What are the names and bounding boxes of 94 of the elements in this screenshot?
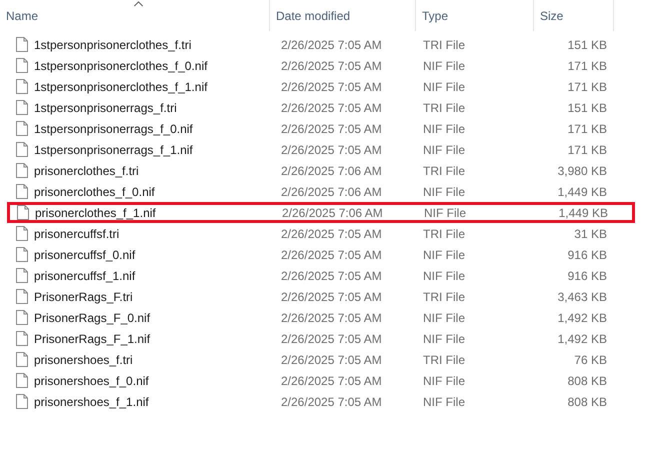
file-icon [16, 121, 28, 136]
file-type: NIF File [422, 268, 466, 282]
date-modified: 2/26/2025 7:05 AM [280, 38, 383, 52]
file-name[interactable]: 1stpersonprisonerrags_f_1.nif [34, 142, 193, 156]
file-type: TRI File [422, 100, 466, 114]
file-type: NIF File [423, 206, 467, 220]
file-icon [16, 163, 28, 178]
file-type: NIF File [422, 248, 466, 262]
file-size: 171 KB [566, 122, 607, 136]
file-icon [16, 37, 28, 52]
date-modified: 2/26/2025 7:06 AM [281, 206, 384, 220]
file-size: 916 KB [566, 248, 607, 262]
file-name[interactable]: PrisonerRags_F_1.nif [34, 332, 150, 346]
column-header[interactable]: Size [534, 0, 614, 31]
file-name[interactable]: 1stpersonprisonerclothes_f_1.nif [34, 80, 208, 94]
date-modified: 2/26/2025 7:05 AM [280, 310, 383, 324]
file-size: 3,463 KB [556, 290, 607, 304]
file-size: 1,492 KB [556, 310, 607, 324]
file-icon [16, 79, 28, 94]
date-modified: 2/26/2025 7:05 AM [280, 100, 383, 114]
file-size: 1,449 KB [558, 206, 608, 220]
date-modified: 2/26/2025 7:05 AM [280, 58, 383, 72]
file-name[interactable]: PrisonerRags_F.tri [34, 290, 133, 304]
file-icon [16, 373, 28, 388]
file-type: NIF File [422, 184, 466, 198]
file-icon [16, 289, 28, 304]
file-type: TRI File [422, 352, 466, 366]
file-name[interactable]: prisonerclothes_f_1.nif [35, 206, 156, 220]
file-type: TRI File [422, 38, 466, 52]
file-icon [16, 184, 28, 199]
file-icon [16, 247, 28, 262]
file-type: NIF File [422, 374, 466, 388]
file-name[interactable]: prisonershoes_f_0.nif [34, 374, 149, 388]
column-header[interactable]: Date modified [270, 0, 416, 31]
file-type: TRI File [422, 290, 466, 304]
file-size: 3,980 KB [556, 164, 607, 178]
file-size: 171 KB [566, 80, 607, 94]
file-size: 151 KB [566, 100, 607, 114]
file-name[interactable]: 1stpersonprisonerclothes_f.tri [34, 38, 192, 52]
file-name[interactable]: 1stpersonprisonerrags_f.tri [34, 100, 177, 114]
date-modified: 2/26/2025 7:05 AM [280, 352, 383, 366]
column-header[interactable]: Type [416, 0, 534, 31]
file-size: 171 KB [566, 58, 607, 72]
file-size: 76 KB [573, 352, 607, 366]
file-type: NIF File [422, 80, 466, 94]
file-name[interactable]: PrisonerRags_F_0.nif [34, 310, 150, 324]
file-type: NIF File [422, 332, 466, 346]
file-size: 1,449 KB [556, 184, 607, 198]
date-modified: 2/26/2025 7:05 AM [280, 394, 383, 408]
file-type: NIF File [422, 310, 466, 324]
file-type: NIF File [422, 58, 466, 72]
date-modified: 2/26/2025 7:05 AM [280, 332, 383, 346]
file-name[interactable]: prisonershoes_f_1.nif [34, 394, 149, 408]
file-name[interactable]: prisonershoes_f.tri [34, 352, 133, 366]
date-modified: 2/26/2025 7:05 AM [280, 374, 383, 388]
file-type: NIF File [422, 394, 466, 408]
date-modified: 2/26/2025 7:05 AM [280, 80, 383, 94]
date-modified: 2/26/2025 7:05 AM [280, 142, 383, 156]
file-size: 808 KB [566, 374, 607, 388]
file-name[interactable]: 1stpersonprisonerclothes_f_0.nif [34, 58, 208, 72]
file-icon [16, 142, 28, 157]
file-size: 31 KB [573, 226, 607, 240]
file-name[interactable]: prisonerclothes_f_0.nif [34, 184, 155, 198]
file-icon [16, 100, 28, 115]
file-icon [16, 226, 28, 241]
file-type: NIF File [422, 142, 466, 156]
file-name[interactable]: prisonerclothes_f.tri [34, 164, 139, 178]
file-size: 151 KB [566, 38, 607, 52]
date-modified: 2/26/2025 7:05 AM [280, 248, 383, 262]
date-modified: 2/26/2025 7:05 AM [280, 268, 383, 282]
date-modified: 2/26/2025 7:06 AM [280, 184, 383, 198]
file-size: 171 KB [566, 142, 607, 156]
file-icon [16, 331, 28, 346]
file-name[interactable]: 1stpersonprisonerrags_f_0.nif [34, 122, 193, 136]
file-icon [16, 310, 28, 325]
file-name[interactable]: prisonercuffsf_0.nif [34, 248, 136, 262]
file-icon [16, 268, 28, 283]
file-icon [16, 352, 28, 367]
date-modified: 2/26/2025 7:05 AM [280, 226, 383, 240]
date-modified: 2/26/2025 7:06 AM [280, 164, 383, 178]
file-size: 916 KB [566, 268, 607, 282]
file-size: 808 KB [566, 394, 607, 408]
file-icon [16, 58, 28, 73]
file-type: TRI File [422, 164, 466, 178]
file-name[interactable]: prisonercuffsf_1.nif [34, 268, 136, 282]
file-icon [16, 394, 28, 409]
date-modified: 2/26/2025 7:05 AM [280, 290, 383, 304]
file-icon [17, 205, 29, 220]
file-name[interactable]: prisonercuffsf.tri [34, 226, 120, 240]
file-type: NIF File [422, 122, 466, 136]
date-modified: 2/26/2025 7:05 AM [280, 122, 383, 136]
file-type: TRI File [422, 226, 466, 240]
file-size: 1,492 KB [556, 332, 607, 346]
column-header[interactable]: Name [0, 0, 270, 31]
